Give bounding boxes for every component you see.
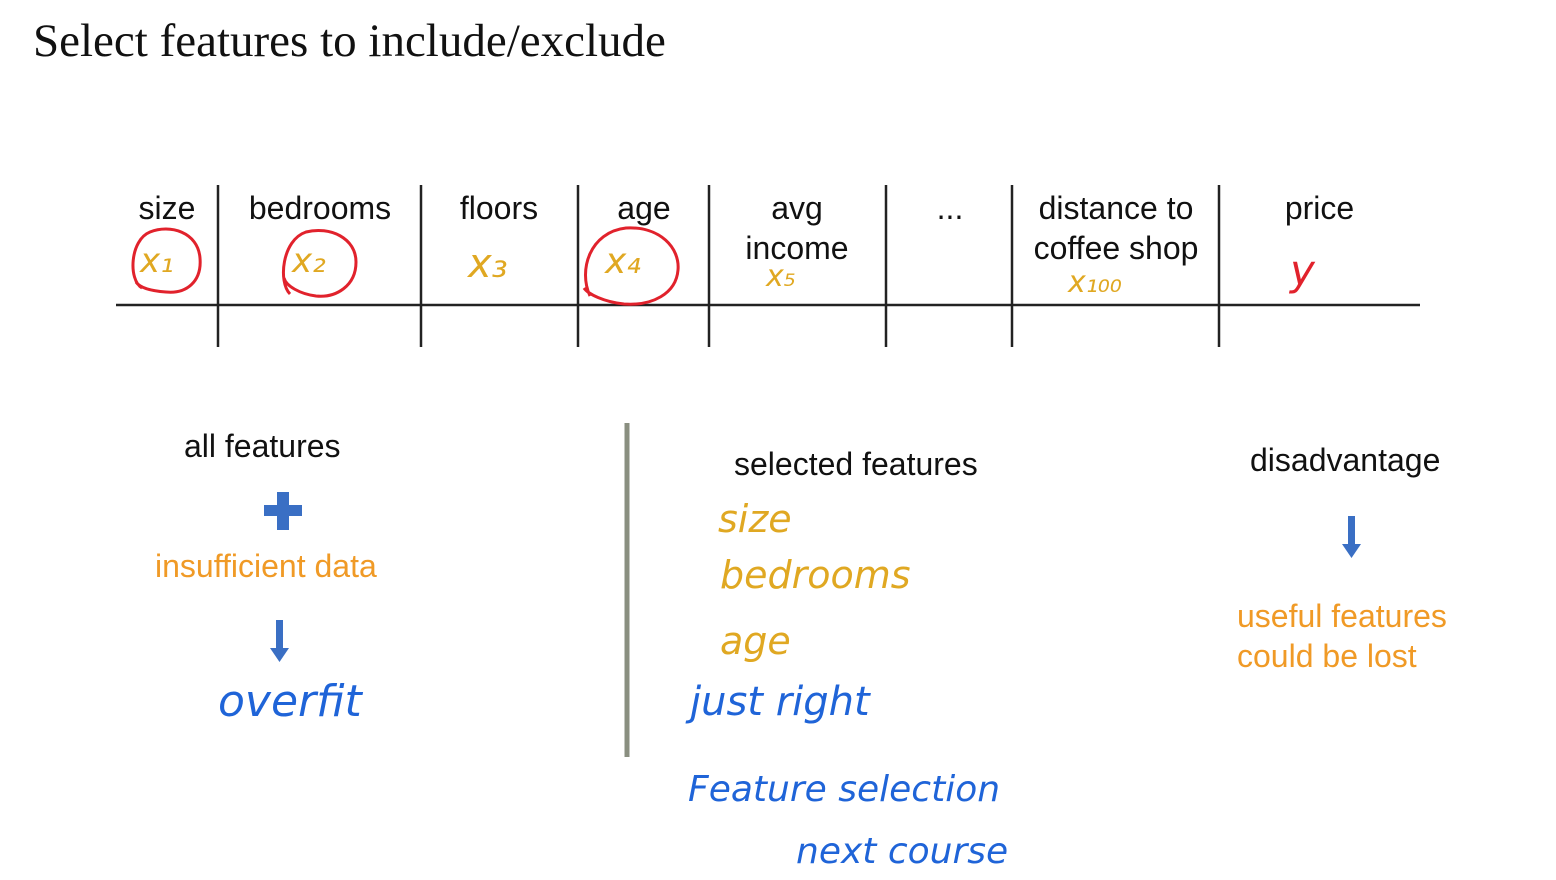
disadvantage-heading: disadvantage [1250, 442, 1441, 478]
column-header-distance-to-coffee-shop: distance to coffee shop [1033, 190, 1199, 266]
column-header-age: age [617, 190, 671, 226]
selected-feature-bedrooms: bedrooms [720, 553, 911, 597]
feature-selection-note: Feature selection [688, 769, 1001, 810]
selected-feature-size: size [718, 497, 792, 541]
symbol-y: y [1290, 246, 1315, 295]
useful-features-lost-line1: useful features [1237, 598, 1447, 634]
arrow-down-icon [270, 620, 289, 662]
symbol-x5: x₅ [766, 259, 796, 294]
overfit-label: overfit [218, 676, 362, 727]
selected-feature-age: age [720, 619, 791, 663]
plus-icon [264, 492, 302, 530]
symbol-x4: x₄ [605, 241, 641, 282]
column-header-size: size [138, 190, 196, 226]
symbol-x1: x₁ [140, 241, 174, 281]
selected-features-heading: selected features [734, 446, 978, 482]
just-right-label: just right [690, 679, 870, 725]
all-features-heading: all features [184, 428, 341, 464]
column-header-price: price [1284, 190, 1355, 226]
insufficient-data-label: insufficient data [155, 548, 377, 584]
symbol-x3: x₃ [468, 241, 508, 287]
column-header-bedrooms: bedrooms [248, 190, 392, 226]
symbol-x2: x₂ [292, 241, 326, 281]
column-header-avg-income: avg income [745, 190, 849, 266]
useful-features-lost-line2: could be lost [1237, 638, 1417, 674]
next-course-note: next course [796, 831, 1009, 872]
arrow-down-icon [1342, 516, 1361, 558]
column-header-ellipsis: ... [936, 190, 964, 226]
symbol-x100: x₁₀₀ [1068, 265, 1122, 300]
column-header-floors: floors [459, 190, 539, 226]
